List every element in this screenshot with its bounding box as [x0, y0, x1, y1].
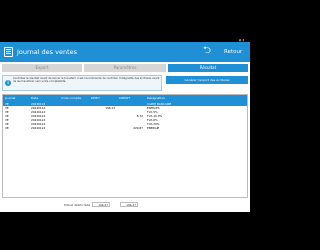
- page-title: Journal des ventes: [17, 48, 78, 56]
- col-debit[interactable]: DEBIT: [91, 95, 115, 102]
- total-credit: 196,47: [120, 202, 138, 207]
- table-header: Journal Date Code compte DEBIT CREDIT Dé…: [3, 95, 247, 102]
- info-message: i Contrôlez le résultat avant de lancer …: [2, 75, 162, 91]
- col-date[interactable]: Date: [31, 95, 55, 102]
- table-row[interactable]: VE 20240124 229,87 ENERGIE: [3, 126, 247, 130]
- col-code-compte[interactable]: Code compte: [61, 95, 87, 102]
- device-bezel-bottom: [0, 212, 250, 250]
- col-credit[interactable]: CREDIT: [119, 95, 143, 102]
- tab-parametres[interactable]: Paramètres: [84, 64, 166, 72]
- journal-icon: [4, 47, 13, 57]
- cell-journal: VE: [5, 126, 9, 130]
- total-debit: 196,47: [92, 202, 110, 207]
- back-button[interactable]: Retour: [224, 48, 242, 56]
- back-arrow-icon[interactable]: ⮌: [203, 45, 211, 57]
- top-bar: Journal des ventes ⮌ Retour: [0, 42, 250, 62]
- cell-credit: 229,87: [133, 126, 143, 130]
- col-journal[interactable]: Journal: [5, 95, 25, 102]
- app-screen: Journal des ventes ⮌ Retour Export Param…: [0, 42, 250, 212]
- cell-date: 20240124: [31, 126, 46, 130]
- tab-export[interactable]: Export: [2, 64, 82, 72]
- info-icon: i: [5, 80, 11, 86]
- tab-resultat[interactable]: Résultat: [168, 64, 248, 72]
- totals-row: Totaux débit/crédit 196,47 196,47: [0, 202, 250, 208]
- totals-label: Totaux débit/crédit: [64, 203, 91, 207]
- info-text: Contrôlez le résultat avant de lancer le…: [13, 77, 160, 84]
- generate-export-button[interactable]: Générer l'export des écritures: [166, 76, 248, 84]
- entries-table: Journal Date Code compte DEBIT CREDIT Dé…: [2, 94, 248, 198]
- cell-label: ENERGIE: [147, 126, 160, 130]
- tab-bar: Export Paramètres Résultat: [2, 64, 248, 72]
- col-designation[interactable]: Désignation: [147, 95, 245, 102]
